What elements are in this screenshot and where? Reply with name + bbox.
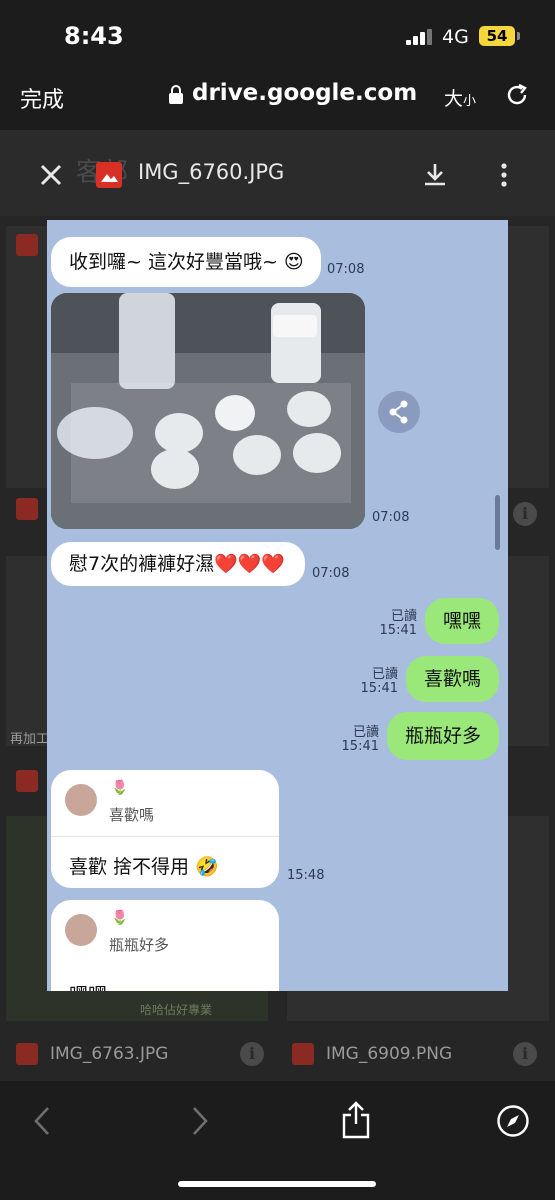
image-preview: 收到囉~ 這次好豐當哦~ 😍 07:08 07:08 慰7次的褲褲好濕❤️❤️❤… — [47, 220, 508, 991]
read-status: 已讀 — [352, 725, 379, 740]
image-file-icon — [292, 1043, 314, 1065]
status-time: 8:43 — [64, 22, 124, 50]
share-button-icon[interactable] — [340, 1100, 372, 1140]
message-time: 15:41 — [341, 739, 379, 754]
lock-icon — [169, 85, 183, 104]
info-icon[interactable]: i — [240, 1042, 264, 1066]
file-snippet-text: 哈哈佔好專業 — [140, 1003, 213, 1017]
address-bar-url[interactable]: drive.google.com — [192, 80, 417, 106]
battery-icon: 54 — [479, 26, 515, 46]
text-size-label: 大 — [444, 88, 464, 110]
back-icon[interactable] — [30, 1104, 54, 1138]
reply-text: 嘿嘿 — [69, 980, 107, 991]
reply-message-card: 🌷 喜歡嗎 喜歡 捨不得用 🤣 — [51, 770, 279, 888]
message-time: 07:08 — [312, 566, 350, 581]
compass-icon[interactable] — [496, 1104, 530, 1138]
reload-icon[interactable] — [504, 82, 530, 108]
file-snippet-text: 再加工 — [10, 732, 50, 747]
forward-icon[interactable] — [188, 1104, 212, 1138]
image-file-icon — [16, 234, 38, 256]
flower-sticker-icon: 🌷 — [111, 780, 129, 796]
file-name-title: IMG_6760.JPG — [138, 160, 285, 184]
message-time: 15:41 — [360, 681, 398, 696]
avatar — [65, 914, 97, 946]
download-icon[interactable] — [420, 160, 450, 190]
message-time: 07:08 — [372, 510, 410, 525]
divider — [51, 836, 279, 837]
flower-sticker-icon: 🌷 — [111, 910, 129, 926]
done-button[interactable]: 完成 — [20, 82, 64, 114]
message-time: 07:08 — [327, 262, 365, 277]
chat-bubble-outgoing: 喜歡嗎 — [406, 656, 499, 702]
quoted-message: 瓶瓶好多 — [109, 936, 170, 954]
image-file-icon — [96, 162, 122, 188]
signal-icon — [406, 29, 434, 45]
message-time: 15:41 — [379, 623, 417, 638]
home-indicator — [178, 1181, 376, 1187]
battery-tip — [517, 32, 520, 40]
chat-bubble-outgoing: 嘿嘿 — [425, 598, 499, 644]
share-icon[interactable] — [378, 391, 420, 433]
chat-photo — [51, 293, 365, 529]
chat-bubble-incoming: 收到囉~ 這次好豐當哦~ 😍 — [51, 237, 321, 287]
image-file-icon — [16, 1043, 38, 1065]
file-label[interactable]: IMG_6909.PNG — [326, 1044, 452, 1064]
reply-message-card: 🌷 瓶瓶好多 嘿嘿 — [51, 900, 279, 991]
file-label[interactable]: IMG_6763.JPG — [50, 1044, 168, 1064]
text-size-small-label: 小 — [463, 94, 477, 109]
quoted-message: 喜歡嗎 — [109, 806, 155, 824]
read-status: 已讀 — [390, 609, 417, 624]
read-status: 已讀 — [371, 667, 398, 682]
network-type: 4G — [442, 26, 469, 48]
more-options-icon[interactable] — [494, 160, 514, 190]
info-icon[interactable]: i — [513, 502, 537, 526]
chat-bubble-outgoing: 瓶瓶好多 — [387, 712, 499, 760]
close-icon[interactable] — [36, 160, 66, 190]
scrollbar-thumb[interactable] — [495, 495, 500, 550]
text-size-button[interactable]: 大小 — [444, 84, 476, 111]
message-time: 15:48 — [287, 868, 325, 883]
reply-text: 喜歡 捨不得用 🤣 — [69, 856, 219, 878]
info-icon[interactable]: i — [513, 1042, 537, 1066]
image-file-icon — [16, 498, 38, 520]
chat-bubble-incoming: 慰7次的褲褲好濕❤️❤️❤️ — [51, 542, 305, 586]
avatar — [65, 784, 97, 816]
image-file-icon — [16, 770, 38, 792]
